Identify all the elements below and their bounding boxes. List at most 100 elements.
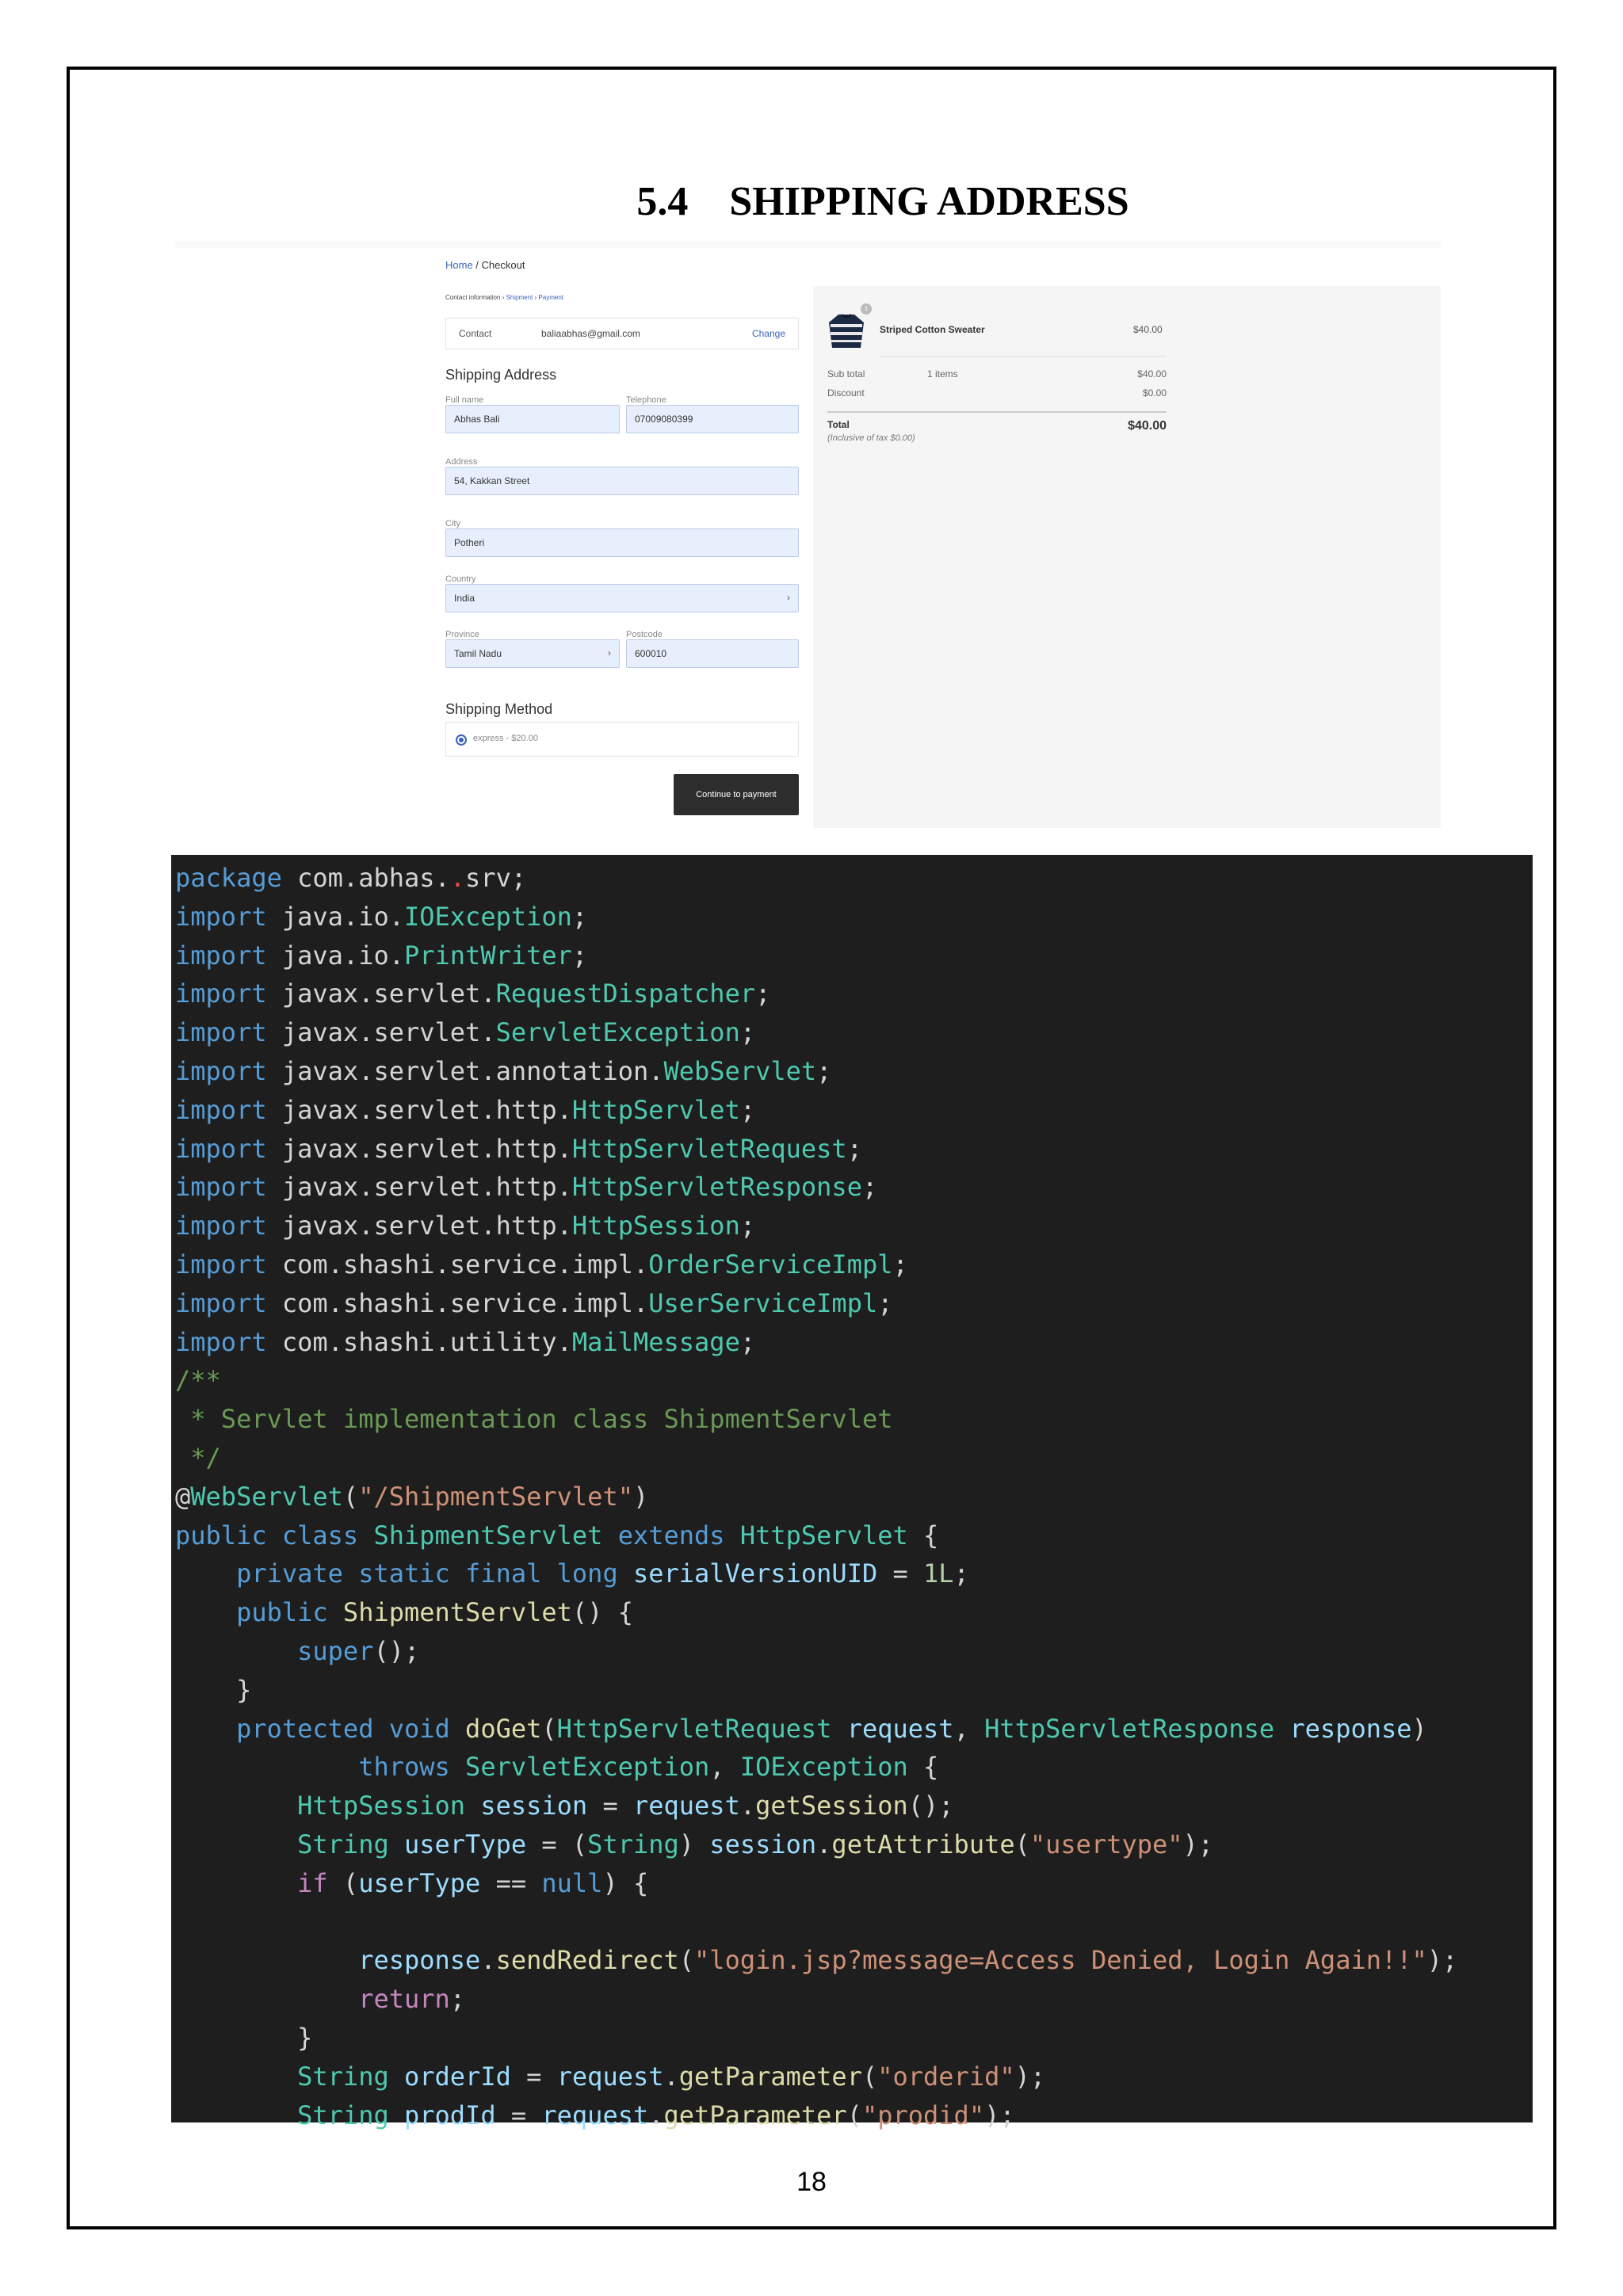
code-token: package (175, 863, 282, 893)
code-token: protected (236, 1713, 374, 1744)
code-token: { (907, 1752, 939, 1783)
code-token: extends (617, 1520, 725, 1550)
code-token: String (587, 1829, 679, 1859)
code-token: "orderid" (877, 2061, 1015, 2092)
code-token: } (175, 1674, 252, 1705)
code-token: WebServlet (663, 1055, 817, 1086)
code-token: ; (755, 978, 771, 1009)
discount-value: $0.00 (1142, 387, 1167, 399)
code-line: package com.abhas..srv; (175, 859, 1533, 898)
section-number: 5.4 (636, 179, 689, 224)
code-token: { (907, 1520, 939, 1550)
code-token: import (175, 978, 267, 1009)
breadcrumb-home-link[interactable]: Home (445, 259, 473, 271)
code-line: import java.io.IOException; (175, 898, 1533, 936)
code-token: sendRedirect (495, 1945, 679, 1976)
code-line: import javax.servlet.http.HttpSession; (175, 1207, 1533, 1245)
product-price: $40.00 (1133, 324, 1163, 335)
code-token: HttpSession (571, 1211, 740, 1241)
contact-change-link[interactable]: Change (752, 328, 785, 339)
code-token: javax.servlet.http. (266, 1172, 572, 1203)
code-token: = (510, 2061, 557, 2092)
code-token: == (480, 1867, 542, 1898)
step-payment[interactable]: Payment (538, 294, 563, 301)
country-select[interactable]: India › (445, 584, 799, 612)
code-token: class (281, 1520, 359, 1550)
code-token: ( (678, 1945, 695, 1976)
code-token: response (358, 1945, 481, 1976)
code-line: import javax.servlet.http.HttpServletReq… (175, 1130, 1533, 1169)
code-token: ; (571, 901, 588, 932)
step-shipment[interactable]: Shipment (506, 294, 533, 301)
code-token: ShipmentServlet (373, 1520, 603, 1550)
code-line: String prodId = request.getParameter("pr… (175, 2096, 1533, 2135)
code-token: 1L (923, 1558, 954, 1589)
code-token: import (175, 1055, 267, 1086)
discount-row: Discount $0.00 (827, 387, 1167, 399)
code-token: javax.servlet. (266, 978, 496, 1009)
code-token: import (175, 1172, 267, 1203)
code-token: doGet (465, 1713, 542, 1744)
city-input[interactable]: Potheri (445, 528, 799, 557)
code-line: HttpSession session = request.getSession… (175, 1787, 1533, 1825)
code-token: userType (358, 1867, 481, 1898)
code-line: @WebServlet("/ShipmentServlet") (175, 1478, 1533, 1516)
code-token: request (556, 2061, 664, 2092)
code-token: (); (373, 1635, 420, 1666)
code-token: ; (846, 1133, 862, 1164)
telephone-label: Telephone (626, 395, 666, 405)
code-token: request (541, 2100, 649, 2130)
address-label: Address (445, 457, 478, 467)
code-line: throws ServletException, IOException { (175, 1748, 1533, 1787)
code-token: (); (907, 1791, 954, 1821)
code-token: com.abhas. (281, 863, 450, 893)
code-token: static (358, 1558, 450, 1589)
code-token: super (297, 1635, 374, 1666)
page-number: 18 (796, 2167, 827, 2197)
quantity-badge: 1 (861, 303, 872, 315)
province-select[interactable]: Tamil Nadu › (445, 639, 620, 668)
code-line: if (userType == null) { (175, 1864, 1533, 1903)
screenshot-top-strip (174, 242, 1441, 248)
code-token: import (175, 1287, 267, 1318)
code-line: } (175, 2019, 1533, 2058)
province-value: Tamil Nadu (454, 648, 502, 659)
code-token: ; (449, 1984, 466, 2015)
full-name-input[interactable]: Abhas Bali (445, 405, 620, 433)
code-token: javax.servlet.http. (266, 1133, 572, 1164)
postcode-input[interactable]: 600010 (626, 639, 799, 668)
subtotal-items: 1 items (927, 368, 958, 379)
continue-to-payment-button[interactable]: Continue to payment (674, 774, 799, 815)
shipping-method-box: express - $20.00 (445, 722, 799, 757)
code-token: ShipmentServlet (342, 1597, 572, 1628)
code-token: . (739, 1791, 756, 1821)
code-token: javax.servlet. (266, 1017, 496, 1048)
telephone-input[interactable]: 07009080399 (626, 405, 799, 433)
address-input[interactable]: 54, Kakkan Street (445, 467, 799, 495)
code-token: = (495, 2100, 542, 2130)
section-heading: 5.4 SHIPPING ADDRESS (0, 178, 1623, 225)
code-line: public class ShipmentServlet extends Htt… (175, 1516, 1533, 1555)
code-token: . (648, 2100, 664, 2130)
code-token: "/ShipmentServlet" (358, 1481, 633, 1512)
code-token: public (175, 1520, 267, 1550)
country-label: Country (445, 574, 476, 584)
code-token: void (388, 1713, 450, 1744)
total-divider (827, 411, 1167, 413)
contact-email: baliaabhas@gmail.com (541, 328, 640, 339)
shipping-method-radio[interactable] (456, 734, 467, 746)
code-token: com.shashi.utility. (266, 1326, 572, 1357)
code-token: response (1289, 1713, 1412, 1744)
